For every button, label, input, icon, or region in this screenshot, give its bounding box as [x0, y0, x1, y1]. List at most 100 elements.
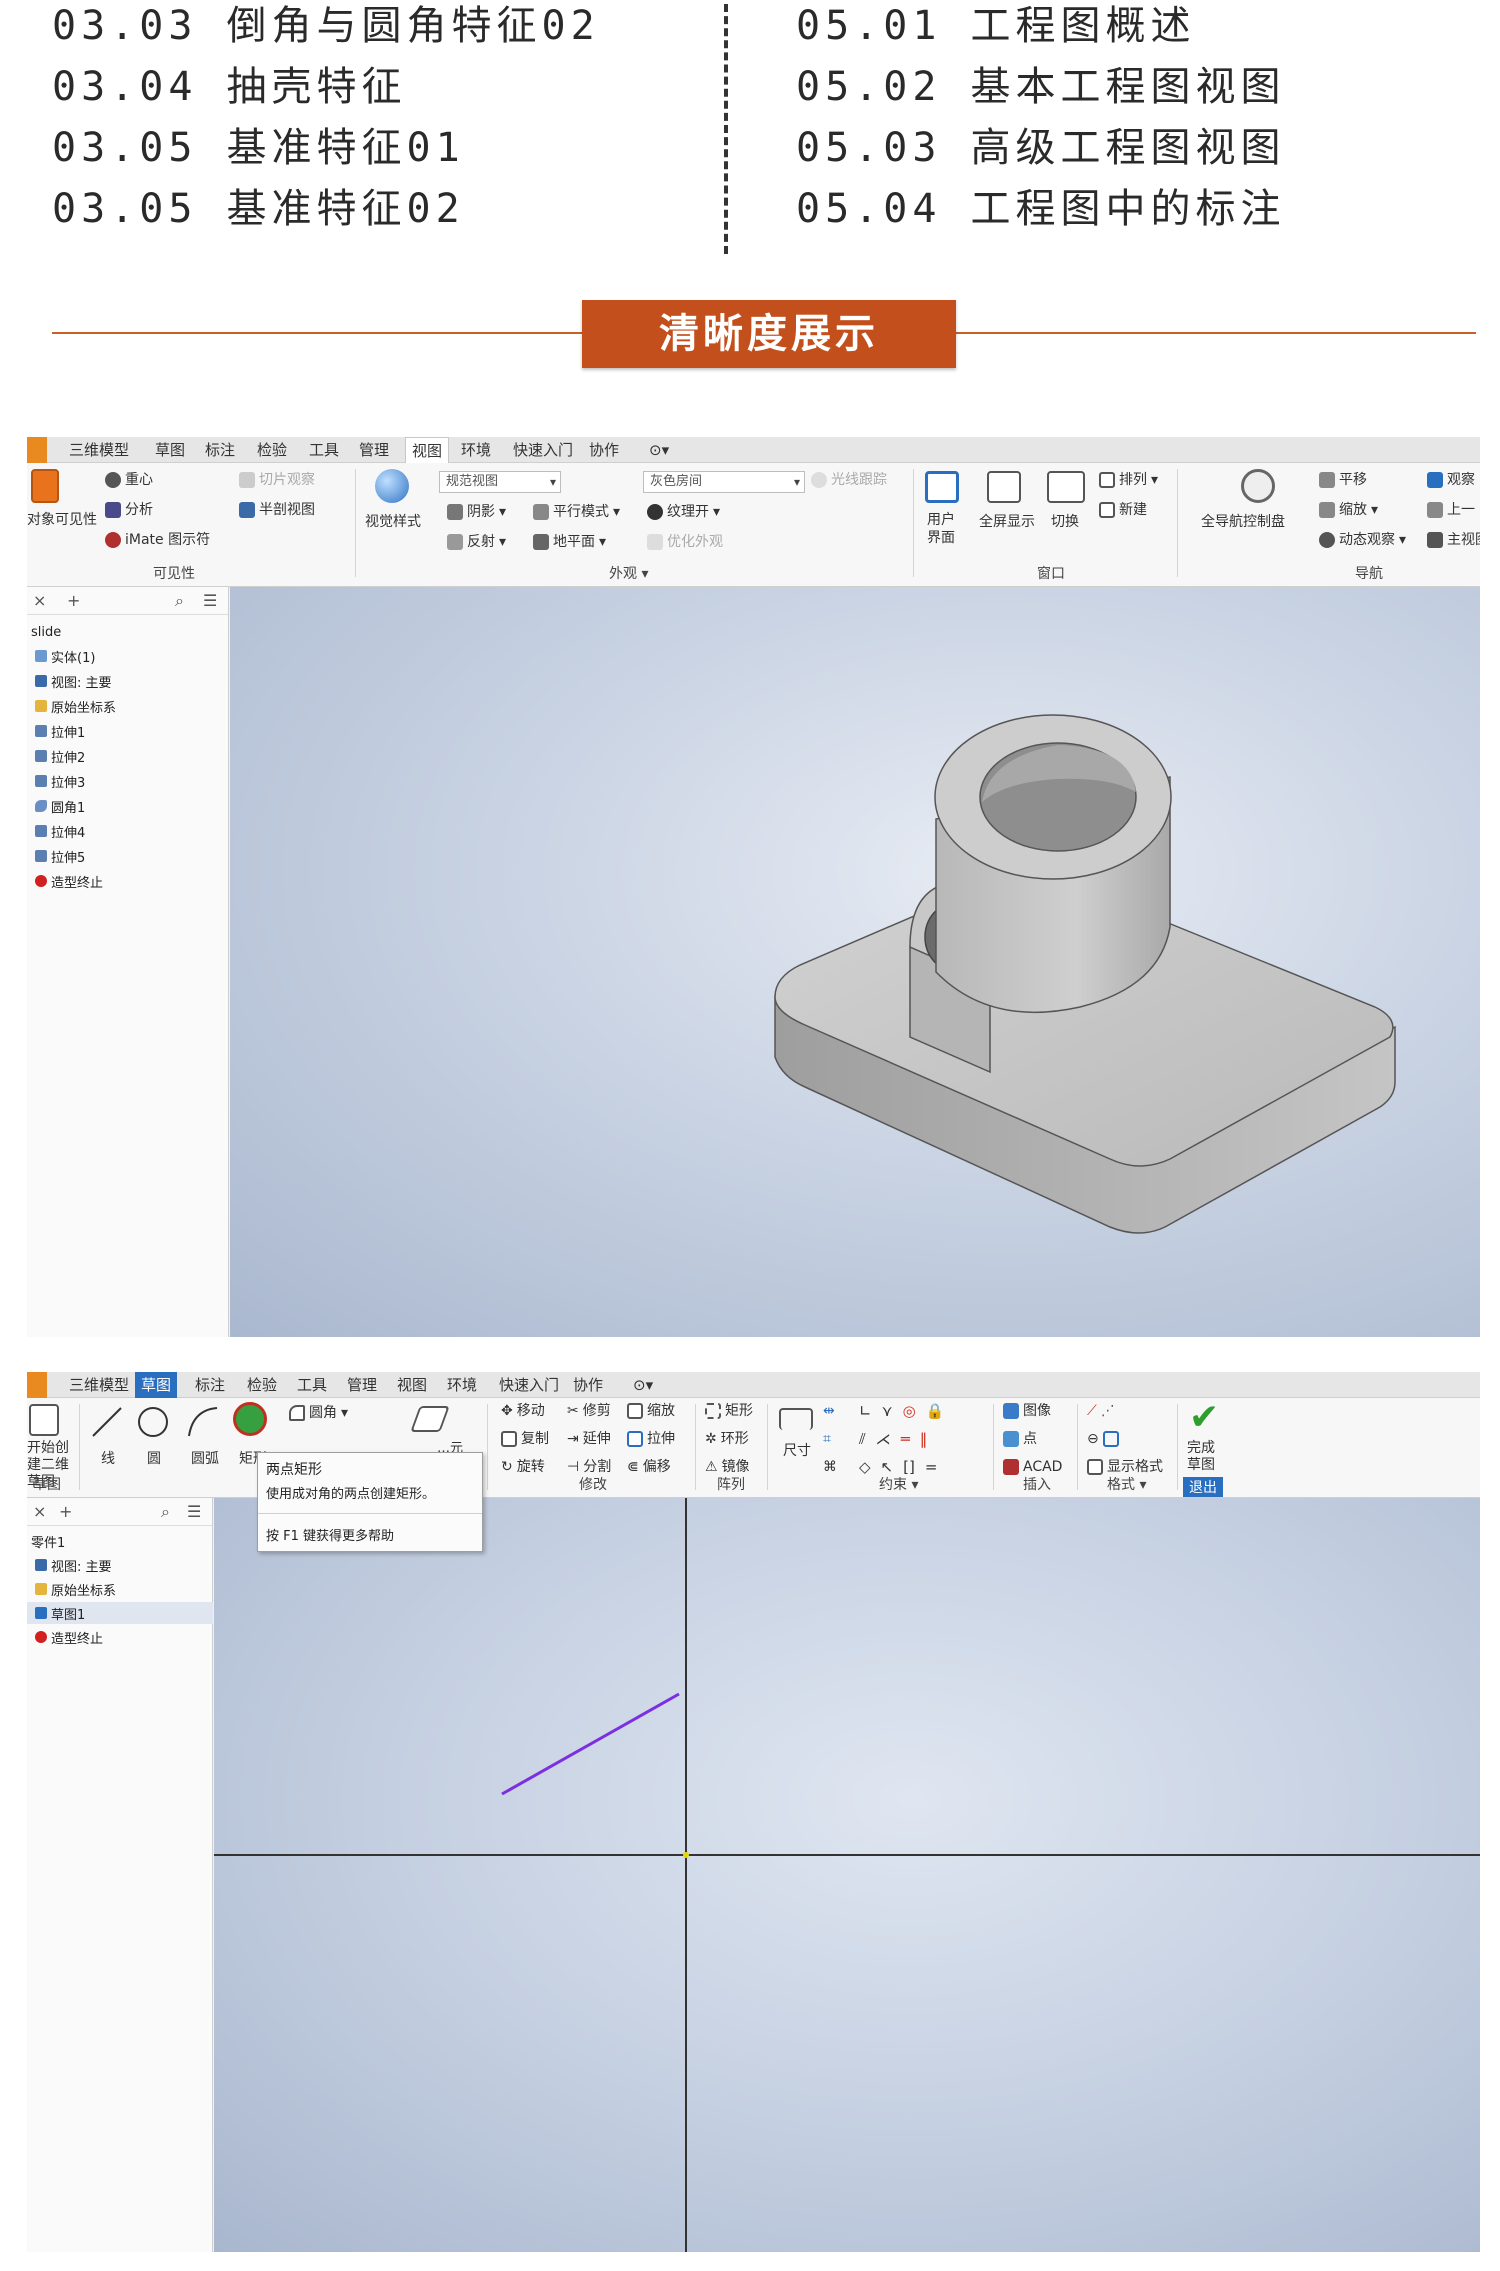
stretch-button[interactable]: 拉伸	[627, 1430, 675, 1448]
center-of-gravity-button[interactable]: 重心	[105, 471, 153, 489]
add-icon[interactable]: +	[59, 1502, 72, 1521]
browser-node[interactable]: 视图: 主要	[35, 670, 112, 692]
show-constraints-button[interactable]: ⌘	[823, 1458, 837, 1476]
tab-tools[interactable]: 工具	[291, 1372, 333, 1398]
chapter-item[interactable]: 05.01 工程图概述	[796, 0, 1286, 61]
chapter-item[interactable]: 03.03 倒角与圆角特征02	[52, 0, 600, 61]
tab-view[interactable]: 视图	[391, 1372, 433, 1398]
tab-manage[interactable]: 管理	[353, 437, 395, 463]
search-icon[interactable]: ⌕	[161, 1502, 170, 1522]
tab-view[interactable]: 视图	[405, 437, 450, 463]
chapter-item[interactable]: 03.04 抽壳特征	[52, 61, 600, 122]
arc-button[interactable]: 圆弧	[191, 1450, 219, 1468]
browser-node[interactable]: 拉伸4	[35, 820, 85, 842]
browser-node[interactable]: 拉伸1	[35, 720, 85, 742]
close-icon[interactable]: ×	[33, 1502, 46, 1521]
browser-node[interactable]: 视图: 主要	[35, 1554, 112, 1576]
browser-node[interactable]: 拉伸5	[35, 845, 85, 867]
zoom-button[interactable]: 缩放 ▾	[1319, 501, 1378, 519]
file-menu-button[interactable]	[27, 1372, 47, 1398]
insert-image-button[interactable]: 图像	[1003, 1402, 1051, 1420]
file-menu-button[interactable]	[27, 437, 47, 463]
tab-collaborate[interactable]: 协作	[567, 1372, 609, 1398]
tab-3d-model[interactable]: 三维模型	[63, 437, 135, 463]
browser-root-node[interactable]: slide	[31, 621, 61, 643]
graphics-viewport[interactable]	[230, 587, 1480, 1337]
tab-sketch[interactable]: 草图	[135, 1372, 178, 1398]
sketch-viewport[interactable]	[214, 1498, 1480, 2252]
menu-icon[interactable]: ☰	[203, 591, 217, 610]
home-view-button[interactable]: 主视图	[1427, 531, 1480, 549]
tab-inspect[interactable]: 检验	[241, 1372, 283, 1398]
browser-node[interactable]: 实体(1)	[35, 645, 95, 667]
tab-manage[interactable]: 管理	[341, 1372, 383, 1398]
tab-get-started[interactable]: 快速入门	[507, 437, 579, 463]
extend-button[interactable]: ⇥ 延伸	[567, 1430, 611, 1448]
browser-node[interactable]: 造型终止	[35, 870, 103, 892]
sketch-line-segment[interactable]	[501, 1692, 680, 1796]
fillet-button[interactable]: 圆角 ▾	[289, 1404, 348, 1422]
chapter-item[interactable]: 05.02 基本工程图视图	[796, 61, 1286, 122]
browser-node[interactable]: 拉伸3	[35, 770, 85, 792]
finish-sketch-button[interactable]: 完成草图	[1187, 1440, 1227, 1474]
menu-icon[interactable]: ☰	[187, 1502, 201, 1521]
tab-more-dropdown[interactable]: ⊙▾	[643, 437, 675, 463]
tab-environment[interactable]: 环境	[455, 437, 497, 463]
slice-graphics-button[interactable]: 切片观察	[239, 471, 315, 489]
add-icon[interactable]: +	[67, 591, 80, 610]
full-screen-button[interactable]: 全屏显示	[979, 513, 1035, 531]
move-button[interactable]: ✥ 移动	[501, 1402, 545, 1420]
close-icon[interactable]: ×	[33, 591, 46, 610]
half-section-view-button[interactable]: 半剖视图	[239, 501, 315, 519]
ray-tracing-button[interactable]: 光线跟踪	[811, 471, 887, 489]
insert-point-button[interactable]: 点	[1003, 1430, 1037, 1448]
trim-button[interactable]: ✂ 修剪	[567, 1402, 611, 1420]
analysis-button[interactable]: 分析	[105, 501, 153, 519]
tab-inspect[interactable]: 检验	[251, 437, 293, 463]
tab-collaborate[interactable]: 协作	[583, 437, 625, 463]
ground-plane-button[interactable]: 地平面 ▾	[533, 533, 606, 551]
constraint-settings-button[interactable]: ⌗	[823, 1430, 831, 1448]
tab-more-dropdown[interactable]: ⊙▾	[627, 1372, 659, 1398]
orbit-button[interactable]: 动态观察 ▾	[1319, 531, 1406, 549]
circle-button[interactable]: 圆	[147, 1450, 161, 1468]
browser-node[interactable]: 造型终止	[35, 1626, 103, 1648]
visual-style-button[interactable]: 视觉样式	[365, 513, 421, 531]
tab-sketch[interactable]: 草图	[149, 437, 191, 463]
dimension-button[interactable]: 尺寸	[783, 1442, 811, 1460]
reflection-button[interactable]: 反射 ▾	[447, 533, 506, 551]
previous-view-button[interactable]: 上一	[1427, 501, 1475, 519]
rotate-button[interactable]: ↻ 旋转	[501, 1458, 545, 1476]
browser-node[interactable]: 原始坐标系	[35, 695, 116, 717]
search-icon[interactable]: ⌕	[175, 591, 184, 611]
constraint-toolbar-row1[interactable]: ∟ ⋎ ◎ 🔒	[859, 1402, 944, 1420]
center-point-button[interactable]: ⊖	[1087, 1430, 1119, 1448]
browser-root-node[interactable]: 零件1	[31, 1530, 65, 1552]
chapter-item[interactable]: 03.05 基准特征01	[52, 122, 600, 183]
chapter-item[interactable]: 05.04 工程图中的标注	[796, 183, 1286, 244]
chapter-item[interactable]: 03.05 基准特征02	[52, 183, 600, 244]
tab-get-started[interactable]: 快速入门	[493, 1372, 565, 1398]
origin-point[interactable]	[683, 1852, 689, 1858]
full-navigation-wheel-button[interactable]: 全导航控制盘	[1201, 513, 1285, 531]
pan-button[interactable]: 平移	[1319, 471, 1367, 489]
line-button[interactable]: 线	[101, 1450, 115, 1468]
shadows-button[interactable]: 阴影 ▾	[447, 503, 506, 521]
optimize-appearance-button[interactable]: 优化外观	[647, 533, 723, 551]
rectangular-pattern-button[interactable]: 矩形	[705, 1402, 753, 1420]
imate-glyph-button[interactable]: iMate 图示符	[105, 531, 210, 549]
tab-annotate[interactable]: 标注	[189, 1372, 231, 1398]
arrange-button[interactable]: 排列 ▾	[1099, 471, 1158, 489]
look-at-button[interactable]: 观察	[1427, 471, 1475, 489]
auto-dimension-button[interactable]: ⇹	[823, 1402, 835, 1420]
chapter-item[interactable]: 05.03 高级工程图视图	[796, 122, 1286, 183]
view-preset-combo[interactable]: 规范视图	[439, 471, 561, 493]
parallel-mode-button[interactable]: 平行模式 ▾	[533, 503, 620, 521]
construction-button[interactable]: ⟋ ⋰	[1087, 1402, 1115, 1420]
copy-button[interactable]: 复制	[501, 1430, 549, 1448]
new-window-button[interactable]: 新建	[1099, 501, 1147, 519]
browser-node[interactable]: 原始坐标系	[35, 1578, 116, 1600]
tab-annotate[interactable]: 标注	[199, 437, 241, 463]
user-interface-button[interactable]: 用户界面	[927, 511, 967, 547]
lighting-style-combo[interactable]: 灰色房间	[643, 471, 805, 493]
